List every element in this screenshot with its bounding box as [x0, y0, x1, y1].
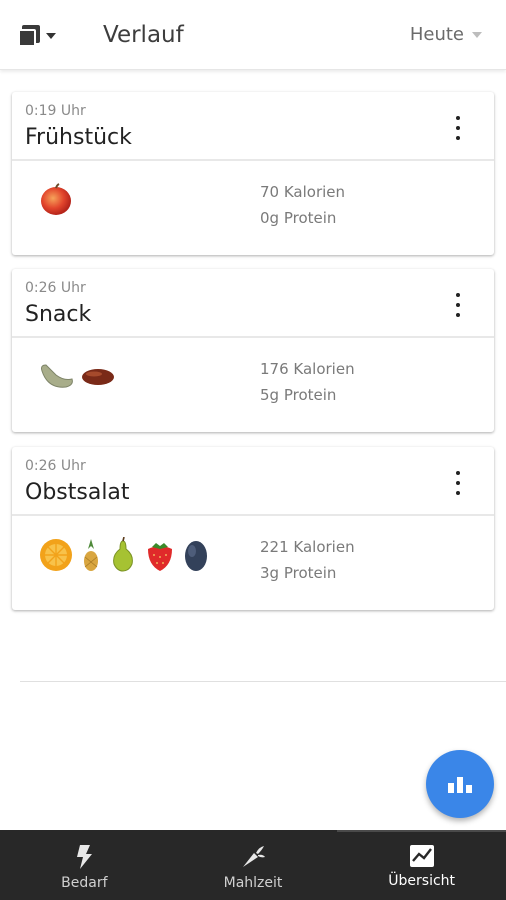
- cashew-icon: [41, 364, 73, 388]
- meal-protein: 3g Protein: [260, 564, 337, 582]
- more-options-icon[interactable]: [448, 471, 468, 495]
- meal-card-header: 0:19 Uhr Frühstück: [12, 92, 494, 161]
- meal-stats: 176 Kalorien 5g Protein: [260, 360, 355, 412]
- bar-chart-icon: [448, 777, 472, 793]
- pineapple-icon: [84, 539, 98, 571]
- trend-chart-icon: [409, 845, 434, 867]
- food-list: [38, 536, 210, 574]
- meal-card-header: 0:26 Uhr Obstsalat: [12, 447, 494, 516]
- meal-calories: 70 Kalorien: [260, 183, 346, 201]
- meal-time: 0:26 Uhr: [25, 458, 86, 474]
- meal-card-header: 0:26 Uhr Snack: [12, 269, 494, 338]
- page-title: Verlauf: [103, 22, 184, 48]
- chevron-down-icon: [472, 31, 482, 38]
- meal-calories: 176 Kalorien: [260, 360, 355, 378]
- food-list: [38, 181, 74, 219]
- list-divider: [20, 681, 506, 682]
- meal-card[interactable]: 0:19 Uhr Frühstück 70 Kalorien 0g Protei…: [12, 92, 494, 255]
- chevron-down-icon: [46, 33, 56, 39]
- meal-card-body: 70 Kalorien 0g Protein: [12, 161, 494, 255]
- nav-item-label: Mahlzeit: [223, 875, 283, 891]
- meal-card[interactable]: 0:26 Uhr Obstsalat 221 Kalorien 3g Prote…: [12, 447, 494, 610]
- nav-item-label: Bedarf: [61, 875, 108, 891]
- meal-protein: 5g Protein: [260, 386, 337, 404]
- stack-icon: [18, 25, 40, 47]
- meal-time: 0:26 Uhr: [25, 280, 86, 296]
- pear-icon: [113, 537, 133, 572]
- statistics-fab[interactable]: [426, 750, 494, 818]
- more-options-icon[interactable]: [448, 293, 468, 317]
- meal-protein: 0g Protein: [260, 209, 337, 227]
- meal-stats: 70 Kalorien 0g Protein: [260, 183, 345, 235]
- period-select[interactable]: Heute: [410, 24, 482, 45]
- period-select-label: Heute: [409, 24, 464, 45]
- apple-icon: [41, 183, 71, 215]
- bottom-navigation: Bedarf Mahlzeit Übersicht: [0, 830, 506, 900]
- plum-icon: [185, 541, 207, 571]
- meal-calories: 221 Kalorien: [260, 538, 355, 556]
- food-list: [38, 358, 116, 396]
- nav-item-mahlzeit[interactable]: Mahlzeit: [169, 830, 338, 900]
- date-fruit-icon: [82, 369, 114, 385]
- meal-name: Frühstück: [25, 125, 132, 150]
- meal-card-body: 176 Kalorien 5g Protein: [12, 338, 494, 432]
- meal-name: Snack: [25, 302, 92, 327]
- nav-item-bedarf[interactable]: Bedarf: [0, 830, 169, 900]
- nav-item-uebersicht[interactable]: Übersicht: [337, 830, 506, 900]
- meal-name: Obstsalat: [25, 480, 130, 505]
- lightning-icon: [77, 845, 93, 869]
- strawberry-icon: [148, 543, 172, 571]
- meal-card[interactable]: 0:26 Uhr Snack 176 Kalorien 5g Protein: [12, 269, 494, 432]
- meal-card-body: 221 Kalorien 3g Protein: [12, 516, 494, 610]
- nav-item-label: Übersicht: [388, 873, 456, 889]
- carrot-icon: [243, 846, 265, 867]
- app-header: Verlauf Heute: [0, 0, 506, 70]
- meal-menu-button[interactable]: [18, 22, 62, 50]
- orange-icon: [40, 539, 72, 571]
- meal-time: 0:19 Uhr: [25, 103, 86, 119]
- more-options-icon[interactable]: [448, 116, 468, 140]
- meal-stats: 221 Kalorien 3g Protein: [260, 538, 355, 590]
